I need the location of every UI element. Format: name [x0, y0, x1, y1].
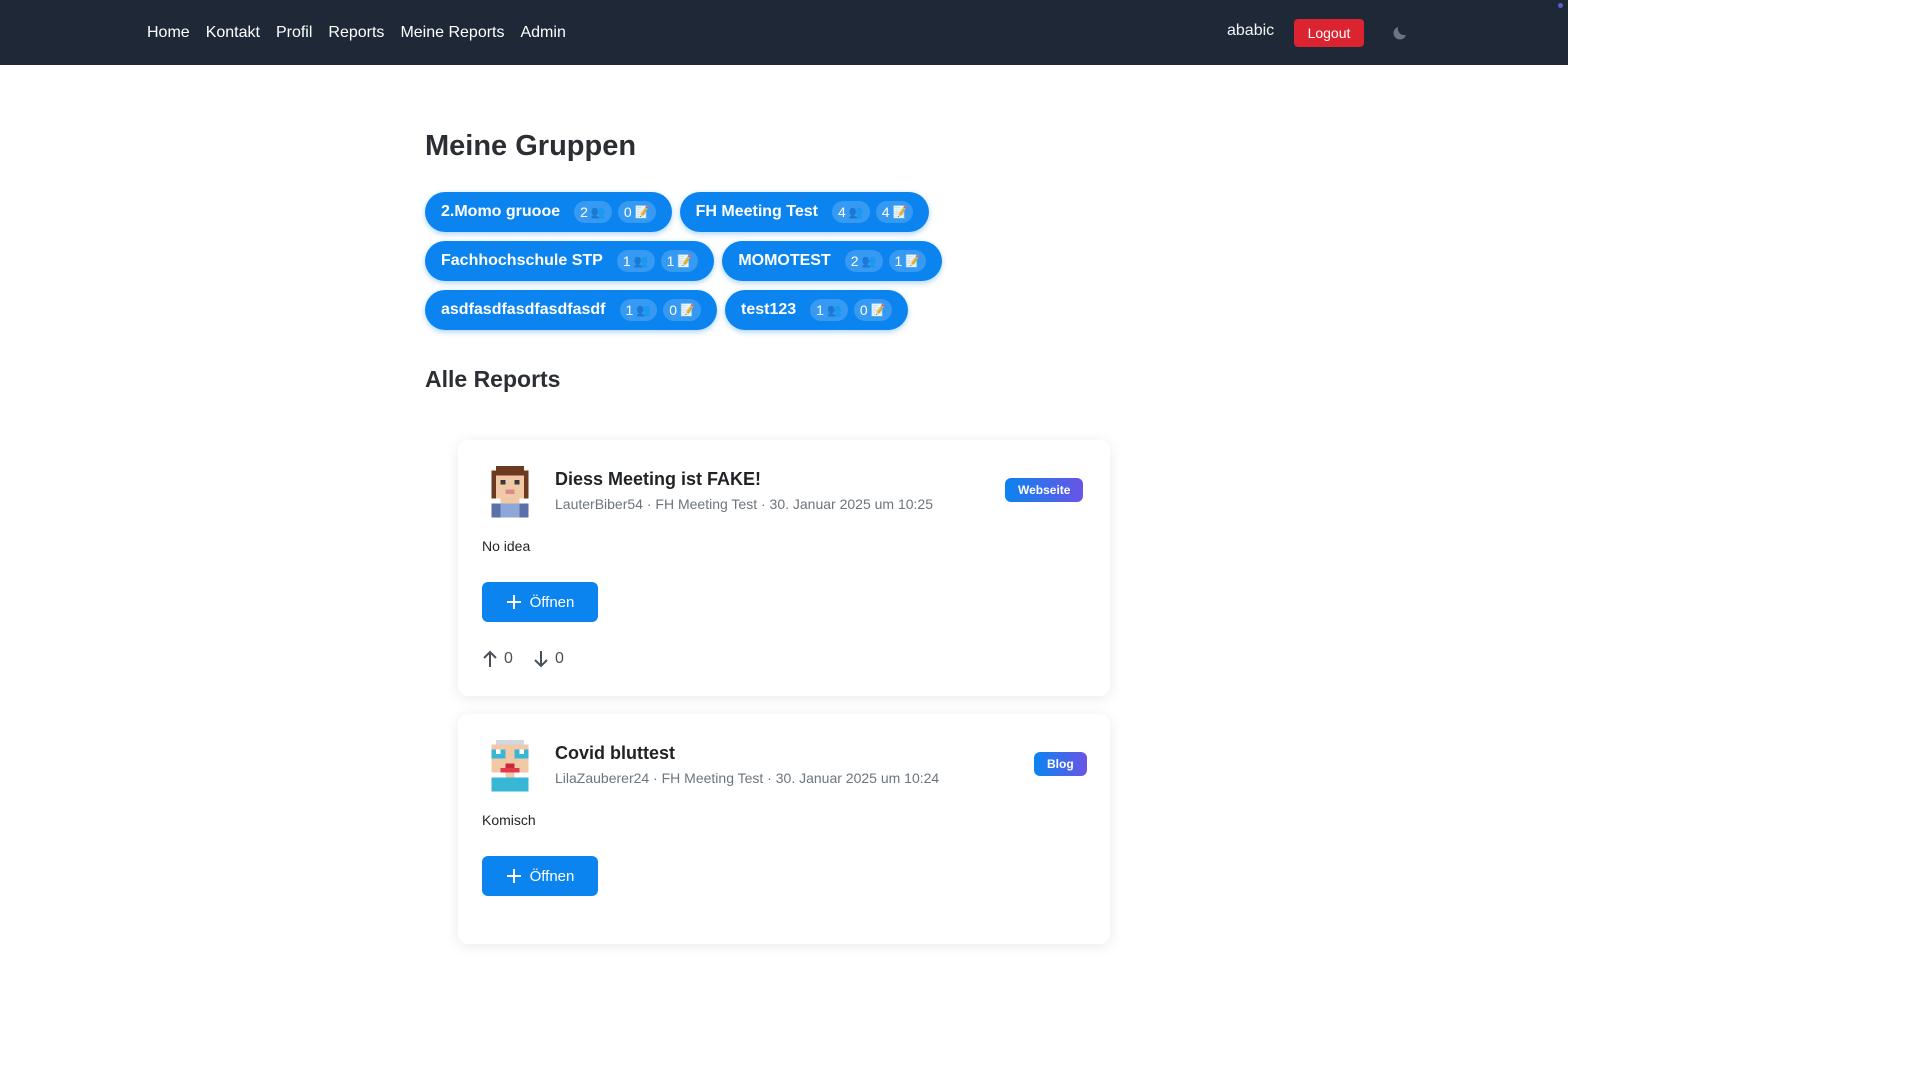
member-count: 1	[625, 302, 634, 318]
nav-home[interactable]: Home	[139, 24, 198, 42]
corner-indicator	[1558, 3, 1563, 8]
report-title[interactable]: Diess Meeting ist FAKE!	[555, 469, 761, 490]
category-badge: Blog	[1034, 752, 1087, 776]
group-pill[interactable]: FH Meeting Test 4 👥 4 📝	[679, 192, 930, 232]
report-author: LilaZauberer24	[555, 770, 650, 786]
plus-icon	[506, 869, 521, 883]
open-button-label: Öffnen	[529, 593, 575, 611]
downvote-button[interactable]: 0	[533, 650, 564, 668]
people-icon: 👥	[826, 303, 842, 317]
open-report-button[interactable]: Öffnen	[482, 582, 598, 622]
report-body: Komisch	[482, 812, 536, 828]
logout-button[interactable]: Logout	[1294, 19, 1364, 47]
member-count: 1	[622, 253, 631, 269]
report-card: Covid bluttest LilaZauberer24 · FH Meeti…	[458, 714, 1110, 944]
group-name: asdfasdfasdfasdfasdf	[441, 301, 606, 318]
memo-icon: 📝	[677, 254, 693, 268]
report-date: 30. Januar 2025 um 10:24	[775, 770, 940, 786]
category-badge: Webseite	[1005, 478, 1084, 502]
arrow-up-icon	[483, 650, 497, 667]
report-count: 1	[894, 253, 903, 269]
nav-reports[interactable]: Reports	[320, 24, 392, 42]
nav-meine-reports[interactable]: Meine Reports	[392, 24, 512, 42]
arrow-down-icon	[534, 651, 548, 668]
groups-list: 2.Momo gruooe 2 👥 0 📝 FH Meeting Test 4 👥 4…	[425, 192, 985, 330]
member-count-badge: 1 👥	[619, 299, 658, 321]
moon-icon[interactable]	[1391, 24, 1409, 42]
member-count-badge: 1 👥	[616, 250, 655, 272]
member-count-badge: 2 👥	[574, 201, 612, 223]
report-count-badge: 1 📝	[888, 250, 927, 272]
report-count: 0	[859, 302, 868, 318]
member-count: 2	[580, 204, 588, 220]
people-icon: 👥	[590, 205, 606, 219]
group-name: MOMOTEST	[738, 252, 831, 269]
nav-admin[interactable]: Admin	[512, 24, 573, 42]
report-count-badge: 0 📝	[617, 201, 656, 223]
report-count: 4	[881, 204, 890, 220]
member-count: 1	[816, 302, 824, 318]
memo-icon: 📝	[680, 303, 695, 317]
memo-icon: 📝	[905, 254, 921, 268]
member-count-badge: 4 👥	[831, 201, 870, 223]
memo-icon: 📝	[634, 205, 650, 219]
people-icon: 👥	[633, 254, 649, 268]
username-label: ababic	[1227, 22, 1275, 39]
upvote-button[interactable]: 0	[482, 650, 513, 668]
group-pill[interactable]: Fachhochschule STP 1 👥 1 📝	[425, 241, 715, 281]
nav-kontakt[interactable]: Kontakt	[198, 24, 268, 42]
report-group: FH Meeting Test	[655, 496, 758, 512]
group-pill[interactable]: 2.Momo gruooe 2 👥 0 📝	[425, 192, 672, 232]
report-count-badge: 4 📝	[875, 201, 914, 223]
people-icon: 👥	[848, 205, 864, 219]
memo-icon: 📝	[870, 303, 886, 317]
member-count-badge: 2 👥	[844, 250, 883, 272]
groups-heading: Meine Gruppen	[425, 130, 637, 162]
downvote-count: 0	[555, 650, 564, 667]
nav-links: Home Kontakt Profil Reports Meine Report…	[139, 0, 574, 65]
group-pill[interactable]: test123 1 👥 0 📝	[725, 290, 908, 330]
people-icon: 👥	[861, 254, 877, 268]
report-author: LauterBiber54	[555, 496, 643, 512]
open-report-button[interactable]: Öffnen	[482, 856, 598, 896]
avatar	[491, 466, 529, 518]
report-title[interactable]: Covid bluttest	[555, 743, 675, 764]
report-count: 0	[669, 302, 678, 318]
report-count: 1	[666, 253, 675, 269]
report-card: Diess Meeting ist FAKE! LauterBiber54 · …	[458, 440, 1110, 696]
member-count: 2	[850, 253, 859, 269]
open-button-label: Öffnen	[529, 867, 575, 885]
member-count: 4	[837, 204, 846, 220]
report-date: 30. Januar 2025 um 10:25	[769, 496, 933, 512]
report-group: FH Meeting Test	[661, 770, 764, 786]
upvote-count: 0	[504, 650, 513, 667]
report-body: No idea	[482, 538, 531, 554]
group-name: 2.Momo gruooe	[441, 203, 561, 220]
group-name: Fachhochschule STP	[441, 252, 603, 269]
plus-icon	[506, 595, 521, 609]
report-count: 0	[623, 204, 632, 220]
group-pill[interactable]: MOMOTEST 2 👥 1 📝	[722, 241, 943, 281]
report-meta: LilaZauberer24 · FH Meeting Test · 30. J…	[555, 770, 940, 786]
group-name: test123	[741, 301, 797, 318]
top-navbar: Home Kontakt Profil Reports Meine Report…	[0, 0, 1568, 65]
avatar	[491, 740, 529, 792]
report-count-badge: 0 📝	[663, 299, 701, 321]
nav-profil[interactable]: Profil	[268, 24, 320, 42]
group-pill[interactable]: asdfasdfasdfasdfasdf 1 👥 0 📝	[425, 290, 717, 330]
report-count-badge: 1 📝	[660, 250, 699, 272]
group-name: FH Meeting Test	[695, 203, 818, 220]
member-count-badge: 1 👥	[810, 299, 848, 321]
report-meta: LauterBiber54 · FH Meeting Test · 30. Ja…	[555, 496, 933, 512]
people-icon: 👥	[636, 303, 652, 317]
memo-icon: 📝	[892, 205, 908, 219]
reports-heading: Alle Reports	[425, 366, 561, 392]
report-count-badge: 0 📝	[853, 299, 892, 321]
